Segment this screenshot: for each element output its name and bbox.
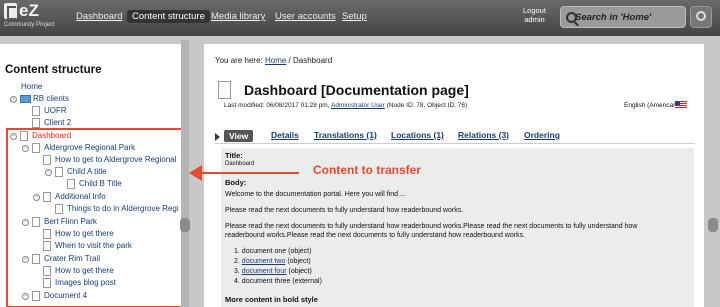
body-field-label: Body:: [225, 178, 247, 187]
search-button[interactable]: [690, 6, 712, 28]
tab-details[interactable]: Details: [271, 130, 299, 140]
search-input-text[interactable]: Search in 'Home': [575, 12, 651, 23]
highlight-box: [6, 128, 186, 307]
list-item-text: document one (object): [241, 248, 312, 255]
ez-logo-mark-icon: [4, 3, 17, 20]
document-icon: [32, 106, 40, 116]
nav-content-structure[interactable]: Content structure: [127, 10, 210, 23]
arrow-right-icon: [215, 133, 220, 141]
callout-label: Content to transfer: [313, 163, 421, 177]
folder-icon: [20, 95, 31, 103]
search-field[interactable]: Search in 'Home': [560, 6, 686, 28]
more-content-heading: More content in bold style: [225, 295, 318, 304]
tree-label[interactable]: Home: [21, 82, 42, 91]
list-item-suffix: (object): [286, 268, 312, 275]
logout-link[interactable]: Logout: [523, 6, 546, 15]
document-icon: [32, 118, 40, 128]
tab-relations[interactable]: Relations (3): [458, 130, 509, 140]
content-tabs: View Details Translations (1) Locations …: [215, 130, 695, 144]
collapse-toggle-icon[interactable]: −: [10, 96, 17, 103]
list-item-text: document three (external): [241, 278, 322, 285]
panel-splitter[interactable]: [181, 40, 189, 307]
us-flag-icon[interactable]: [675, 101, 687, 109]
nav-media-library[interactable]: Media library: [211, 11, 265, 22]
top-bar: eZ Community Project Dashboard Content s…: [0, 0, 720, 36]
title-field-label: Title:: [225, 151, 243, 160]
tree-label[interactable]: RB clients: [33, 94, 69, 103]
nav-dashboard[interactable]: Dashboard: [76, 11, 122, 22]
logo-subtitle: Community Project: [4, 22, 55, 28]
list-item-link[interactable]: document four: [242, 268, 287, 275]
ez-logo[interactable]: eZ Community Project: [4, 1, 55, 31]
modified-info: Last modified: 06/08/2017 01:28 pm, Admi…: [224, 102, 467, 109]
breadcrumb-separator: /: [286, 56, 293, 65]
list-item-link[interactable]: document two: [242, 258, 286, 265]
breadcrumb-current: Dashboard: [293, 56, 333, 65]
document-icon: [218, 81, 231, 99]
page-title: Dashboard [Documentation page]: [244, 82, 469, 98]
list-item-suffix: (object): [285, 258, 311, 265]
magnifier-icon: [696, 11, 706, 21]
logout-area[interactable]: Logout admin: [523, 6, 546, 24]
tab-locations[interactable]: Locations (1): [391, 130, 444, 140]
node-ids: (Node ID: 78, Object ID: 76): [386, 102, 468, 109]
list-item: 2. document two (object): [234, 258, 311, 265]
tree-label[interactable]: Client 2: [44, 118, 71, 127]
right-splitter-grip-icon[interactable]: [708, 218, 718, 232]
body-paragraph-2: Please read the next documents to fully …: [225, 207, 464, 214]
callout-arrow: [195, 172, 299, 174]
logo-text: eZ: [19, 1, 39, 20]
current-user: admin: [524, 15, 545, 24]
tree-label[interactable]: UOFR: [44, 106, 67, 115]
language-label: English (American): [624, 102, 679, 109]
modified-date: Last modified: 06/08/2017 01:28 pm,: [224, 102, 330, 109]
list-item: 3. document four (object): [234, 268, 312, 275]
main-panel: You are here: Home / Dashboard Dashboard…: [204, 44, 704, 307]
breadcrumb-home-link[interactable]: Home: [265, 56, 286, 65]
nav-setup[interactable]: Setup: [342, 11, 367, 22]
panel-title: Content structure: [5, 64, 102, 76]
title-field-value: Dashboard: [225, 161, 255, 167]
breadcrumb: You are here: Home / Dashboard: [215, 56, 332, 65]
list-item: 4. document three (external): [234, 278, 322, 285]
list-item: 1. document one (object): [234, 248, 312, 255]
splitter-grip-icon[interactable]: [180, 218, 190, 232]
body-paragraph-3b: readerbound works.Please read the next d…: [225, 232, 526, 239]
body-paragraph-1: Welcome to the documentation portal. Her…: [225, 191, 406, 198]
tab-ordering[interactable]: Ordering: [524, 130, 560, 140]
tab-translations[interactable]: Translations (1): [314, 130, 377, 140]
body-paragraph-3a: Please read the next documents to fully …: [225, 223, 638, 230]
nav-user-accounts[interactable]: User accounts: [275, 11, 336, 22]
modified-user-link[interactable]: Administrator User: [331, 102, 385, 109]
tab-view[interactable]: View: [224, 130, 254, 142]
breadcrumb-prefix: You are here:: [215, 56, 263, 65]
